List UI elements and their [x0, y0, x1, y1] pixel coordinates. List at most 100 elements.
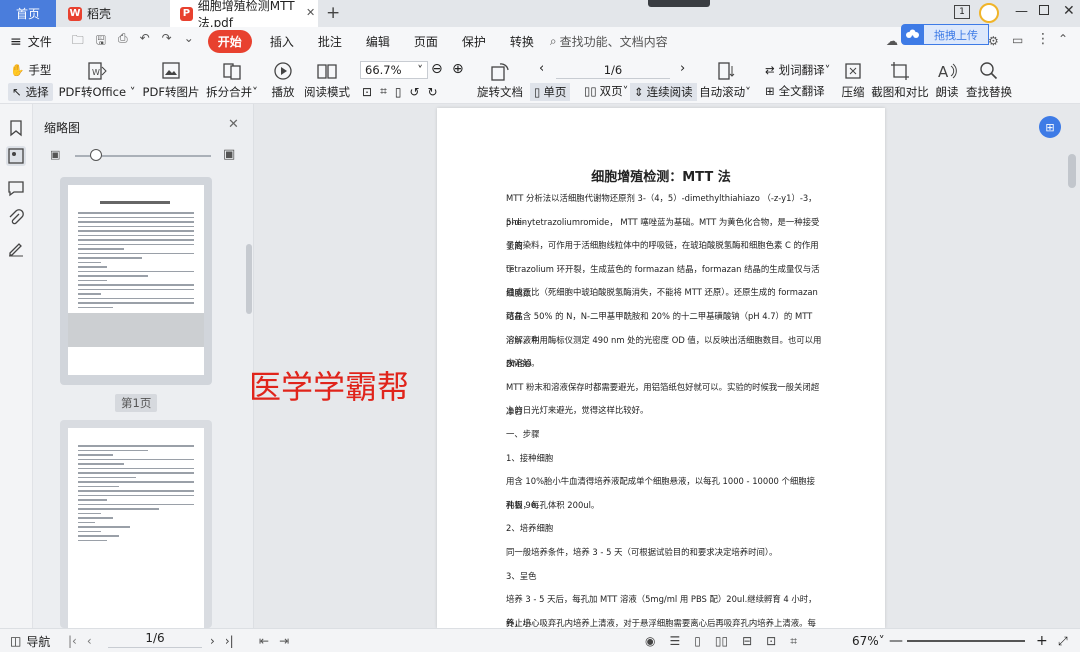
thumbnail-page-2[interactable]: [60, 420, 212, 628]
play-button[interactable]: 播放: [270, 56, 296, 104]
bookmark-icon[interactable]: [6, 118, 26, 138]
status-page-input[interactable]: 1/6: [108, 629, 202, 648]
fit-width-icon[interactable]: ▯: [395, 85, 402, 99]
hand-tool-button[interactable]: ✋ 手型: [10, 62, 51, 78]
menu-file[interactable]: 文件: [22, 33, 64, 50]
menu-page[interactable]: 页面: [402, 33, 450, 50]
continuous-reading-button[interactable]: ⇕ 连续阅读: [630, 83, 697, 101]
zoom-in-icon[interactable]: ⊕: [452, 61, 464, 77]
pdf-to-image-button[interactable]: PDF转图片: [143, 56, 199, 104]
prev-page-status-icon[interactable]: ‹: [87, 634, 92, 648]
navigation-toggle[interactable]: ◫ 导航: [10, 629, 50, 652]
zoom-out-icon[interactable]: ⊖: [431, 61, 443, 77]
slider-handle[interactable]: [90, 149, 102, 161]
redo-icon[interactable]: ↷: [162, 31, 172, 52]
single-page-status-icon[interactable]: ▯: [694, 634, 701, 648]
collapse-ribbon-icon[interactable]: ⌃: [1058, 32, 1068, 46]
actual-size-status-icon[interactable]: ⊡: [766, 634, 776, 648]
first-page-icon[interactable]: |‹: [68, 634, 77, 648]
eye-protection-icon[interactable]: ◉: [645, 634, 655, 648]
last-page-icon[interactable]: ›|: [225, 634, 234, 648]
fit-page-status-icon[interactable]: ⌗: [790, 634, 797, 649]
tab-document[interactable]: P 细胞增殖检测MTT法.pdf ✕: [170, 0, 318, 30]
feature-search[interactable]: ⌕ 查找功能、文档内容: [550, 33, 668, 50]
close-window-icon[interactable]: ✕: [1063, 3, 1075, 19]
find-replace-button[interactable]: 查找替换: [966, 56, 1012, 104]
menu-edit[interactable]: 编辑: [354, 33, 402, 50]
comment-icon[interactable]: ▭: [1012, 33, 1023, 47]
prev-page-icon[interactable]: ‹: [539, 61, 544, 76]
back-icon[interactable]: ⇤: [259, 634, 269, 648]
forward-icon[interactable]: ⇥: [279, 634, 289, 648]
restore-icon[interactable]: [1039, 5, 1049, 15]
close-panel-icon[interactable]: ✕: [228, 117, 239, 132]
double-page-button[interactable]: ▯▯ 双页 ˅: [584, 83, 628, 99]
print-icon[interactable]: ⎙: [118, 31, 128, 52]
word-translate-button[interactable]: ⇄ 划词翻译 ˅: [765, 62, 830, 78]
hamburger-menu-icon[interactable]: ≡: [10, 34, 22, 50]
more-dropdown-icon[interactable]: ⌄: [184, 31, 194, 52]
avatar[interactable]: [979, 3, 999, 23]
full-translate-button[interactable]: ⊞ 全文翻译: [765, 83, 825, 99]
menu-protect[interactable]: 保护: [450, 33, 498, 50]
screenshot-compare-button[interactable]: 截图和对比: [871, 56, 929, 104]
comment-panel-icon[interactable]: [6, 178, 26, 198]
minimize-icon[interactable]: —: [1015, 4, 1028, 19]
thumbnail-scrollbar[interactable]: [246, 244, 252, 314]
chevron-down-icon: ˅: [878, 634, 885, 648]
zoom-select[interactable]: 66.7% ˅: [360, 61, 428, 79]
single-page-button[interactable]: ▯ 单页: [530, 83, 571, 101]
menu-start[interactable]: 开始: [207, 30, 252, 53]
cloud-icon[interactable]: ☁: [886, 34, 898, 48]
tab-daoke[interactable]: W 稻壳: [58, 0, 168, 27]
save-icon[interactable]: 🖫: [96, 31, 106, 52]
floating-tool-button[interactable]: ⊞: [1039, 116, 1061, 138]
menu-annotate[interactable]: 批注: [306, 33, 354, 50]
document-scrollbar[interactable]: [1068, 154, 1076, 188]
large-thumbnail-icon[interactable]: ▣: [223, 147, 235, 162]
fullscreen-icon[interactable]: ⤢: [1058, 629, 1068, 652]
thumbnail-view-icon[interactable]: [6, 146, 26, 166]
zoom-slider[interactable]: [907, 640, 1025, 642]
window-drag-handle[interactable]: [648, 0, 710, 7]
split-merge-button[interactable]: 拆分合并˅: [206, 56, 258, 104]
dropdown-caret-icon: ˅: [824, 63, 831, 77]
book-status-icon[interactable]: ⊟: [742, 634, 752, 648]
read-mode-button[interactable]: 阅读模式: [304, 56, 350, 104]
more-options-icon[interactable]: ⋮: [1036, 31, 1050, 47]
continuous-status-icon[interactable]: ☰: [669, 634, 680, 648]
small-thumbnail-icon[interactable]: ▣: [50, 148, 60, 161]
next-page-icon[interactable]: ›: [680, 61, 685, 76]
compress-button[interactable]: 压缩: [840, 56, 866, 104]
rotate-document-button[interactable]: 旋转文档: [477, 56, 523, 104]
double-page-status-icon[interactable]: ▯▯: [715, 634, 728, 648]
undo-icon[interactable]: ↶: [140, 31, 150, 52]
rotate-left-icon[interactable]: ↺: [409, 85, 419, 99]
zoom-in-status-icon[interactable]: +: [1036, 629, 1048, 652]
status-zoom[interactable]: 67% ˅: [852, 629, 885, 652]
zoom-out-status-icon[interactable]: —: [889, 629, 903, 652]
tab-home[interactable]: 首页: [0, 0, 56, 27]
next-page-status-icon[interactable]: ›: [210, 634, 215, 648]
actual-size-icon[interactable]: ⊡: [362, 85, 372, 99]
pdf-to-office-button[interactable]: W PDF转Office ˅: [59, 56, 135, 104]
menu-insert[interactable]: 插入: [258, 33, 306, 50]
select-tool-button[interactable]: ↖ 选择: [8, 83, 53, 101]
page-indicator-icon[interactable]: 1: [954, 5, 970, 19]
auto-scroll-button[interactable]: 自动滚动˅: [699, 56, 751, 104]
tab-home-label: 首页: [15, 7, 40, 21]
settings-gear-icon[interactable]: ⚙: [988, 34, 999, 48]
fit-page-icon[interactable]: ⌗: [380, 84, 387, 99]
drag-upload-widget[interactable]: 拖拽上传: [901, 24, 989, 45]
read-aloud-icon: A: [938, 63, 957, 81]
signature-icon[interactable]: [6, 238, 26, 258]
attachment-icon[interactable]: [6, 208, 26, 228]
page-input[interactable]: 1/6: [556, 61, 670, 79]
read-aloud-button[interactable]: A 朗读: [934, 56, 960, 104]
menu-convert[interactable]: 转换: [498, 33, 546, 50]
thumbnail-page-1[interactable]: [60, 177, 212, 385]
tab-close-icon[interactable]: ✕: [306, 6, 315, 19]
new-tab-plus-icon[interactable]: +: [326, 3, 340, 23]
rotate-right-icon[interactable]: ↻: [428, 85, 438, 99]
open-folder-icon[interactable]: 🗀: [72, 31, 84, 52]
